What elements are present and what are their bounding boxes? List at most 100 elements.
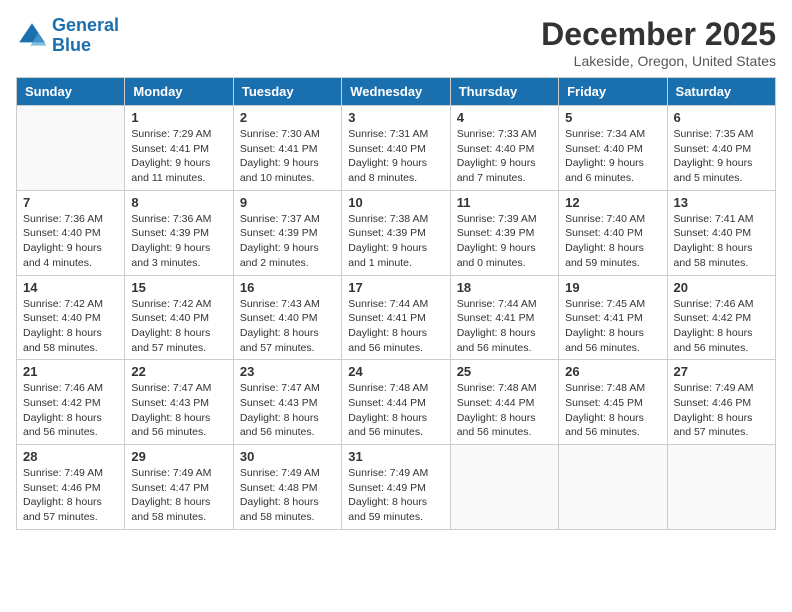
day-info: Sunrise: 7:40 AM Sunset: 4:40 PM Dayligh…: [565, 212, 660, 271]
calendar-day-19: 19 Sunrise: 7:45 AM Sunset: 4:41 PM Dayli…: [559, 275, 667, 360]
calendar-day-21: 21 Sunrise: 7:46 AM Sunset: 4:42 PM Dayli…: [17, 360, 125, 445]
day-info: Sunrise: 7:36 AM Sunset: 4:39 PM Dayligh…: [131, 212, 226, 271]
calendar-day-23: 23Sunrise: 7:47 AM Sunset: 4:43 PM Dayli…: [233, 360, 341, 445]
calendar-day-11: 11 Sunrise: 7:39 AM Sunset: 4:39 PM Dayli…: [450, 190, 558, 275]
calendar-day-24: 24 Sunrise: 7:48 AM Sunset: 4:44 PM Dayli…: [342, 360, 450, 445]
calendar-day-10: 10 Sunrise: 7:38 AM Sunset: 4:39 PM Dayli…: [342, 190, 450, 275]
day-info: Sunrise: 7:44 AM Sunset: 4:41 PM Dayligh…: [348, 297, 443, 356]
day-info: Sunrise: 7:39 AM Sunset: 4:39 PM Dayligh…: [457, 212, 552, 271]
day-number: 15: [131, 280, 226, 295]
day-number: 9: [240, 195, 335, 210]
day-info: Sunrise: 7:38 AM Sunset: 4:39 PM Dayligh…: [348, 212, 443, 271]
calendar-day-17: 17 Sunrise: 7:44 AM Sunset: 4:41 PM Dayli…: [342, 275, 450, 360]
calendar-day-14: 14 Sunrise: 7:42 AM Sunset: 4:40 PM Dayli…: [17, 275, 125, 360]
calendar-day-3: 3 Sunrise: 7:31 AM Sunset: 4:40 PM Daylig…: [342, 106, 450, 191]
day-number: 10: [348, 195, 443, 210]
calendar-day-7: 7 Sunrise: 7:36 AM Sunset: 4:40 PM Daylig…: [17, 190, 125, 275]
calendar-day-8: 8 Sunrise: 7:36 AM Sunset: 4:39 PM Daylig…: [125, 190, 233, 275]
logo-text: General Blue: [52, 16, 119, 56]
calendar-day-31: 31 Sunrise: 7:49 AM Sunset: 4:49 PM Dayli…: [342, 445, 450, 530]
title-area: December 2025 Lakeside, Oregon, United S…: [541, 16, 776, 69]
day-info: Sunrise: 7:43 AM Sunset: 4:40 PM Dayligh…: [240, 297, 335, 356]
calendar-week-row: 14 Sunrise: 7:42 AM Sunset: 4:40 PM Dayli…: [17, 275, 776, 360]
calendar-day-12: 12 Sunrise: 7:40 AM Sunset: 4:40 PM Dayli…: [559, 190, 667, 275]
day-number: 28: [23, 449, 118, 464]
day-info: Sunrise: 7:49 AM Sunset: 4:47 PM Dayligh…: [131, 466, 226, 525]
calendar-day-25: 25Sunrise: 7:48 AM Sunset: 4:44 PM Dayli…: [450, 360, 558, 445]
calendar-week-row: 28 Sunrise: 7:49 AM Sunset: 4:46 PM Dayli…: [17, 445, 776, 530]
day-info: Sunrise: 7:46 AM Sunset: 4:42 PM Dayligh…: [23, 381, 118, 440]
day-number: 19: [565, 280, 660, 295]
day-number: 21: [23, 364, 118, 379]
day-number: 4: [457, 110, 552, 125]
calendar-day-20: 20Sunrise: 7:46 AM Sunset: 4:42 PM Dayli…: [667, 275, 775, 360]
day-info: Sunrise: 7:36 AM Sunset: 4:40 PM Dayligh…: [23, 212, 118, 271]
calendar-day-16: 16 Sunrise: 7:43 AM Sunset: 4:40 PM Dayli…: [233, 275, 341, 360]
weekday-header-wednesday: Wednesday: [342, 78, 450, 106]
day-number: 29: [131, 449, 226, 464]
day-number: 16: [240, 280, 335, 295]
calendar: SundayMondayTuesdayWednesdayThursdayFrid…: [16, 77, 776, 530]
day-info: Sunrise: 7:29 AM Sunset: 4:41 PM Dayligh…: [131, 127, 226, 186]
day-number: 6: [674, 110, 769, 125]
weekday-header-monday: Monday: [125, 78, 233, 106]
calendar-day-1: 1 Sunrise: 7:29 AM Sunset: 4:41 PM Daylig…: [125, 106, 233, 191]
day-number: 27: [674, 364, 769, 379]
weekday-header-friday: Friday: [559, 78, 667, 106]
calendar-week-row: 21 Sunrise: 7:46 AM Sunset: 4:42 PM Dayli…: [17, 360, 776, 445]
day-number: 2: [240, 110, 335, 125]
day-info: Sunrise: 7:45 AM Sunset: 4:41 PM Dayligh…: [565, 297, 660, 356]
calendar-day-6: 6 Sunrise: 7:35 AM Sunset: 4:40 PM Daylig…: [667, 106, 775, 191]
day-info: Sunrise: 7:48 AM Sunset: 4:44 PM Dayligh…: [348, 381, 443, 440]
logo-icon: [16, 20, 48, 52]
logo: General Blue: [16, 16, 119, 56]
day-info: Sunrise: 7:49 AM Sunset: 4:46 PM Dayligh…: [674, 381, 769, 440]
day-info: Sunrise: 7:31 AM Sunset: 4:40 PM Dayligh…: [348, 127, 443, 186]
day-number: 5: [565, 110, 660, 125]
day-info: Sunrise: 7:49 AM Sunset: 4:46 PM Dayligh…: [23, 466, 118, 525]
day-number: 20: [674, 280, 769, 295]
weekday-header-saturday: Saturday: [667, 78, 775, 106]
day-number: 7: [23, 195, 118, 210]
day-number: 24: [348, 364, 443, 379]
day-number: 30: [240, 449, 335, 464]
weekday-header-thursday: Thursday: [450, 78, 558, 106]
day-info: Sunrise: 7:49 AM Sunset: 4:48 PM Dayligh…: [240, 466, 335, 525]
day-info: Sunrise: 7:47 AM Sunset: 4:43 PM Dayligh…: [131, 381, 226, 440]
day-info: Sunrise: 7:37 AM Sunset: 4:39 PM Dayligh…: [240, 212, 335, 271]
calendar-header-row: SundayMondayTuesdayWednesdayThursdayFrid…: [17, 78, 776, 106]
day-number: 13: [674, 195, 769, 210]
day-number: 14: [23, 280, 118, 295]
day-info: Sunrise: 7:44 AM Sunset: 4:41 PM Dayligh…: [457, 297, 552, 356]
day-number: 25: [457, 364, 552, 379]
day-number: 17: [348, 280, 443, 295]
day-number: 3: [348, 110, 443, 125]
calendar-day-28: 28 Sunrise: 7:49 AM Sunset: 4:46 PM Dayli…: [17, 445, 125, 530]
day-number: 12: [565, 195, 660, 210]
day-info: Sunrise: 7:48 AM Sunset: 4:45 PM Dayligh…: [565, 381, 660, 440]
day-number: 11: [457, 195, 552, 210]
location: Lakeside, Oregon, United States: [541, 53, 776, 69]
day-number: 8: [131, 195, 226, 210]
calendar-week-row: 7 Sunrise: 7:36 AM Sunset: 4:40 PM Daylig…: [17, 190, 776, 275]
day-info: Sunrise: 7:49 AM Sunset: 4:49 PM Dayligh…: [348, 466, 443, 525]
empty-day-cell: [667, 445, 775, 530]
day-info: Sunrise: 7:35 AM Sunset: 4:40 PM Dayligh…: [674, 127, 769, 186]
calendar-day-29: 29 Sunrise: 7:49 AM Sunset: 4:47 PM Dayli…: [125, 445, 233, 530]
logo-line1: General: [52, 15, 119, 35]
month-title: December 2025: [541, 16, 776, 53]
page-header: General Blue December 2025 Lakeside, Ore…: [16, 16, 776, 69]
calendar-week-row: 1 Sunrise: 7:29 AM Sunset: 4:41 PM Daylig…: [17, 106, 776, 191]
day-info: Sunrise: 7:42 AM Sunset: 4:40 PM Dayligh…: [23, 297, 118, 356]
day-number: 26: [565, 364, 660, 379]
day-number: 31: [348, 449, 443, 464]
calendar-day-5: 5Sunrise: 7:34 AM Sunset: 4:40 PM Daylig…: [559, 106, 667, 191]
day-number: 1: [131, 110, 226, 125]
day-number: 22: [131, 364, 226, 379]
day-info: Sunrise: 7:33 AM Sunset: 4:40 PM Dayligh…: [457, 127, 552, 186]
calendar-day-15: 15Sunrise: 7:42 AM Sunset: 4:40 PM Dayli…: [125, 275, 233, 360]
calendar-day-4: 4 Sunrise: 7:33 AM Sunset: 4:40 PM Daylig…: [450, 106, 558, 191]
day-info: Sunrise: 7:41 AM Sunset: 4:40 PM Dayligh…: [674, 212, 769, 271]
calendar-day-13: 13 Sunrise: 7:41 AM Sunset: 4:40 PM Dayli…: [667, 190, 775, 275]
logo-line2: Blue: [52, 35, 91, 55]
